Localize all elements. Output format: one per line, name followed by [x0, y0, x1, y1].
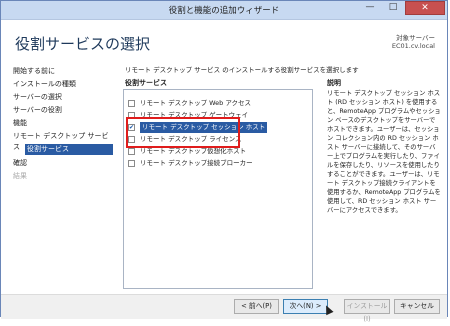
list-item[interactable]: リモート デスクトップ Web アクセス: [128, 98, 310, 109]
role-services-heading: 役割サービス: [125, 79, 167, 87]
install-button: インストール(I): [344, 299, 390, 323]
target-server: 対象サーバー EC01.cv.local: [392, 34, 435, 50]
nav-item-results: 結果: [13, 172, 27, 180]
maximize-icon[interactable]: □: [382, 1, 404, 15]
page-header: 役割サービスの選択 対象サーバー EC01.cv.local: [1, 20, 447, 64]
list-item[interactable]: リモート デスクトップ接続ブローカー: [128, 158, 310, 169]
back-button[interactable]: < 前へ(P): [234, 299, 279, 314]
nav-item-installation-type[interactable]: インストールの種類: [11, 79, 115, 90]
minimize-icon[interactable]: —: [359, 1, 381, 15]
highlight-outline: [126, 117, 240, 148]
instruction-text: リモート デスクトップ サービス のインストールする役割サービスを選択します: [125, 66, 359, 74]
nav-item-server-roles[interactable]: サーバーの役割: [11, 105, 115, 116]
description-text: リモート デスクトップ セッション ホスト (RD セッション ホスト) を使用…: [327, 90, 441, 214]
role-service-label: リモート デスクトップ Web アクセス: [140, 99, 252, 107]
role-service-label: リモート デスクトップ接続ブローカー: [140, 159, 253, 167]
nav-item-before-you-begin[interactable]: 開始する前に: [11, 66, 115, 77]
close-icon[interactable]: ✕: [405, 1, 445, 15]
title-bar[interactable]: 役割と機能の追加ウィザード — □ ✕: [1, 1, 447, 20]
checkbox[interactable]: [128, 160, 135, 167]
target-server-label: 対象サーバー: [396, 34, 435, 42]
target-server-name: EC01.cv.local: [391, 42, 435, 50]
checkbox[interactable]: [128, 148, 135, 155]
nav-item-features[interactable]: 機能: [11, 118, 115, 129]
wizard-nav: 開始する前に インストールの種類 サーバーの選択 サーバーの役割 機能 リモート…: [1, 64, 119, 264]
page-title: 役割サービスの選択: [15, 35, 151, 53]
nav-item-confirmation[interactable]: 確認: [11, 158, 115, 169]
wizard-window: 役割と機能の追加ウィザード — □ ✕ 役割サービスの選択 対象サーバー EC0…: [0, 0, 448, 323]
checkbox[interactable]: [128, 100, 135, 107]
wizard-footer: < 前へ(P) 次へ(N) > インストール(I) キャンセル: [1, 294, 447, 323]
description-heading: 説明: [327, 79, 341, 87]
cancel-button[interactable]: キャンセル: [394, 299, 440, 314]
nav-item-remote-desktop-services[interactable]: リモート デスクトップ サービス: [11, 131, 115, 151]
nav-item-role-services[interactable]: 役割サービス: [25, 144, 113, 155]
nav-item-server-selection[interactable]: サーバーの選択: [11, 92, 115, 103]
main-content: リモート デスクトップ サービス のインストールする役割サービスを選択します 役…: [119, 64, 444, 294]
